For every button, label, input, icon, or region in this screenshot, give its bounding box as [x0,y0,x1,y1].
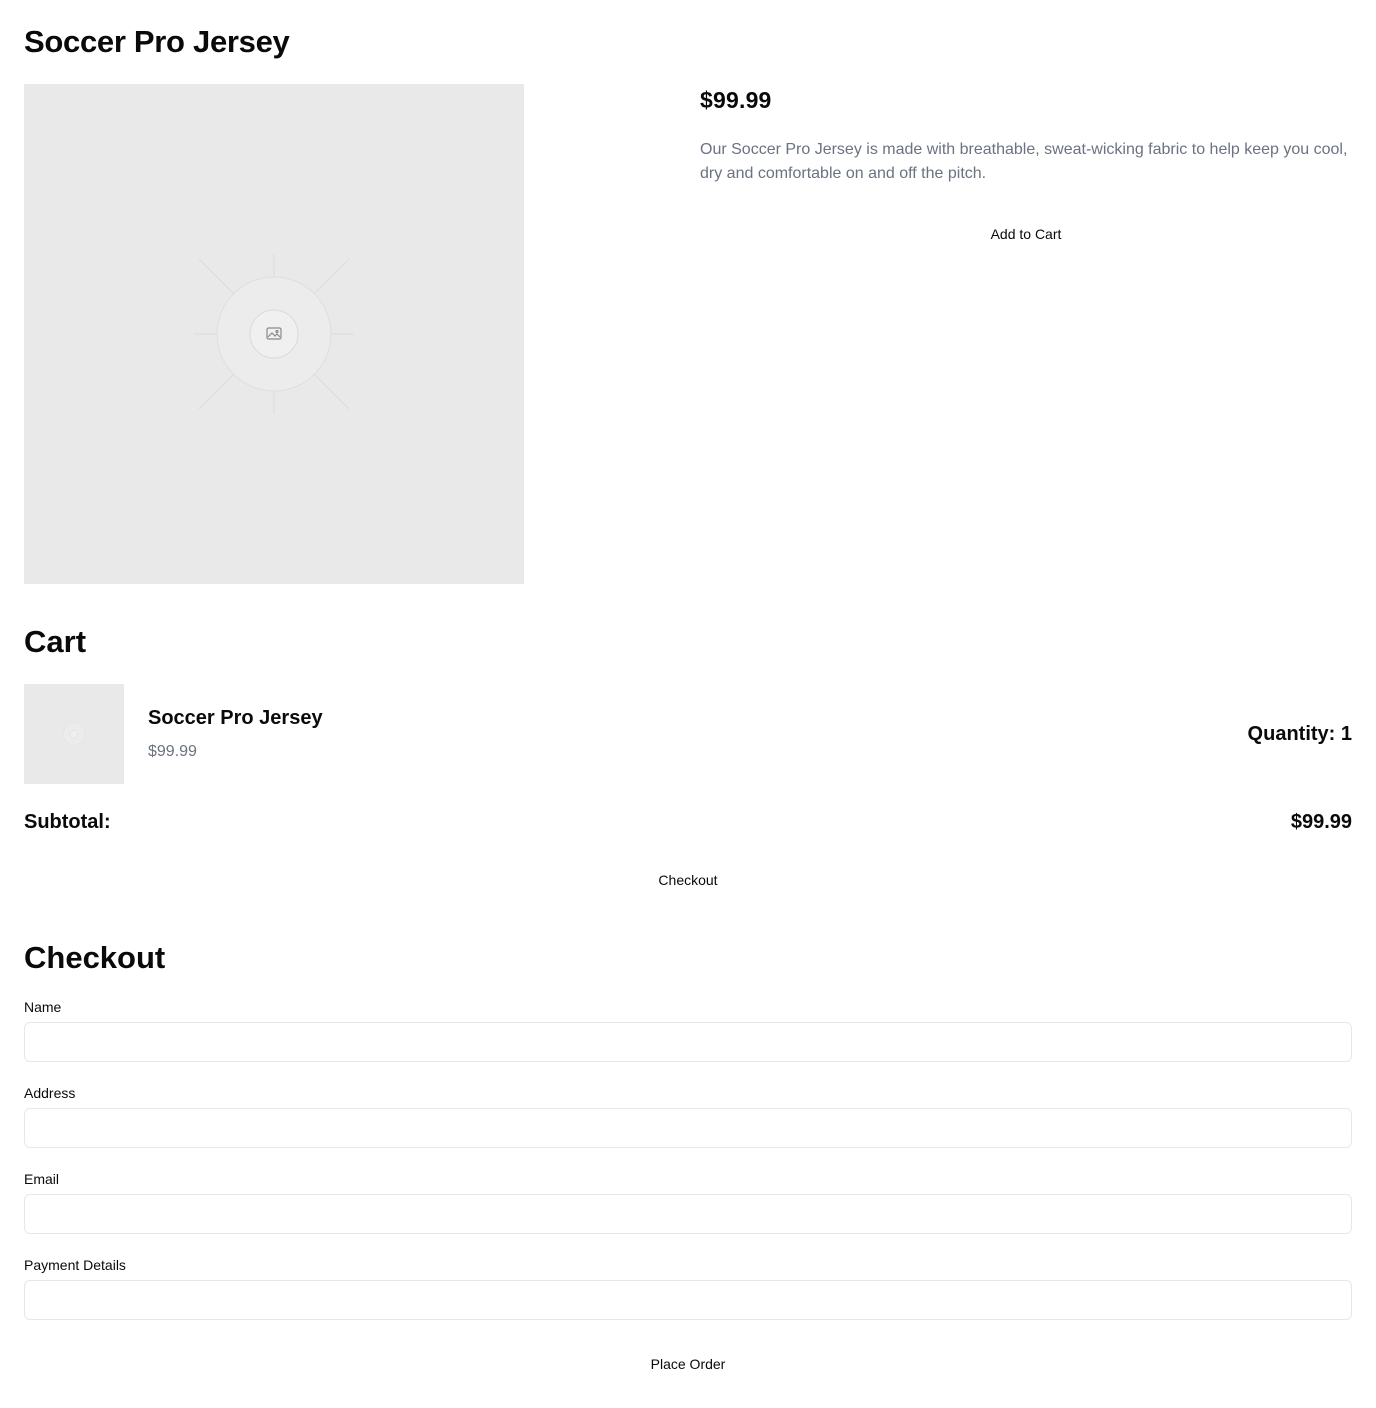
address-field-group: Address [24,1082,1352,1148]
subtotal-label: Subtotal: [24,811,111,833]
payment-details-label: Payment Details [24,1257,126,1273]
product-description: Our Soccer Pro Jersey is made with breat… [700,141,1348,182]
cart-title: Cart [24,624,87,659]
address-input[interactable] [24,1108,1352,1148]
place-order-button[interactable]: Place Order [24,1344,1352,1384]
add-to-cart-button[interactable]: Add to Cart [700,214,1352,254]
cart-item-image [24,684,124,784]
checkout-title: Checkout [24,940,166,975]
checkout-form: Name Address Email Payment Details [24,996,1352,1340]
address-label: Address [24,1085,76,1101]
page-title: Soccer Pro Jersey [24,24,290,59]
cart-item-price: $99.99 [148,743,197,760]
product-image [24,84,524,584]
email-label: Email [24,1171,60,1187]
email-field-group: Email [24,1168,1352,1234]
name-label: Name [24,999,62,1015]
payment-details-input[interactable] [24,1280,1352,1320]
product-info: $99.99 Our Soccer Pro Jersey is made wit… [700,84,1352,254]
subtotal-value: $99.99 [1290,811,1352,833]
payment-field-group: Payment Details [24,1254,1352,1320]
name-field-group: Name [24,996,1352,1062]
cart-item: Soccer Pro Jersey $99.99 Quantity: 1 [24,684,1352,784]
product-price: $99.99 [700,87,772,113]
subtotal-row: Subtotal: $99.99 [24,809,1352,835]
email-input[interactable] [24,1194,1352,1234]
image-placeholder-icon [62,722,86,746]
image-placeholder-icon [194,254,354,414]
cart-item-name: Soccer Pro Jersey [148,707,323,729]
cart-item-quantity: Quantity: 1 [1247,723,1352,745]
name-input[interactable] [24,1022,1352,1062]
checkout-button[interactable]: Checkout [24,860,1352,900]
